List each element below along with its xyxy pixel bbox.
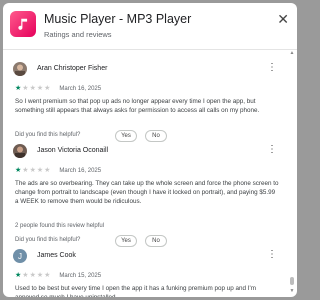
helpful-no-button[interactable]: No (145, 130, 167, 142)
avatar (13, 62, 27, 76)
star-icon: ★ (22, 167, 29, 174)
helpful-prompt: Did you find this helpful? Yes No (15, 235, 275, 247)
helpful-no-button[interactable]: No (145, 235, 167, 247)
star-icon: ★ (15, 272, 22, 279)
helpful-yes-button[interactable]: Yes (115, 235, 137, 247)
review-header: J James Cook ⋮ (3, 248, 288, 268)
scrollbar-thumb[interactable] (290, 277, 294, 285)
star-icon: ★ (29, 272, 36, 279)
star-icon: ★ (15, 167, 22, 174)
star-icon: ★ (36, 272, 44, 279)
review-date: March 15, 2025 (59, 273, 102, 279)
star-icon: ★ (22, 272, 29, 279)
rating-row: ★ ★ ★ ★ ★ March 16, 2025 (15, 85, 101, 93)
helpful-yes-button[interactable]: Yes (115, 130, 137, 142)
review-header: Aran Christoper Fisher ⋮ (3, 61, 288, 81)
reviewer-name: Aran Christoper Fisher (37, 65, 108, 72)
review-date: March 16, 2025 (59, 168, 102, 174)
review-text: Used to be best but every time I open th… (15, 285, 256, 297)
helpful-count: 2 people found this review helpful (15, 223, 105, 229)
review-header: Jason Victoria Oconaill ⋮ (3, 143, 288, 163)
helpful-question: Did you find this helpful? (15, 237, 81, 243)
scroll-down-icon[interactable]: ▼ (289, 288, 295, 294)
reviewer-name: Jason Victoria Oconaill (37, 147, 109, 154)
star-icon: ★ (29, 167, 36, 174)
helpful-prompt: Did you find this helpful? Yes No (15, 130, 275, 142)
star-icon: ★ (36, 85, 44, 92)
ratings-dialog: Music Player - MP3 Player Ratings and re… (3, 3, 297, 297)
review-text: So I went premium so that pop up ads no … (15, 98, 260, 115)
avatar: J (13, 249, 27, 263)
star-icon: ★ (44, 85, 51, 92)
avatar (13, 144, 27, 158)
review-date: March 16, 2025 (59, 86, 102, 92)
review-text: The ads are so overbearing. They can tak… (15, 180, 279, 206)
helpful-question: Did you find this helpful? (15, 132, 81, 138)
close-icon[interactable]: ✕ (277, 12, 289, 26)
music-note-icon (10, 11, 36, 37)
scroll-up-icon[interactable]: ▲ (289, 50, 295, 56)
star-icon: ★ (22, 85, 29, 92)
rating-row: ★ ★ ★ ★ ★ March 16, 2025 (15, 167, 101, 175)
more-options-icon[interactable]: ⋮ (267, 63, 277, 73)
star-icon: ★ (44, 167, 51, 174)
star-icon: ★ (44, 272, 51, 279)
reviews-list: Aran Christoper Fisher ⋮ ★ ★ ★ ★ ★ March… (3, 50, 288, 297)
more-options-icon[interactable]: ⋮ (267, 145, 277, 155)
rating-row: ★ ★ ★ ★ ★ March 15, 2025 (15, 272, 101, 280)
dialog-header: Music Player - MP3 Player Ratings and re… (3, 3, 297, 50)
star-icon: ★ (36, 167, 44, 174)
more-options-icon[interactable]: ⋮ (267, 250, 277, 260)
scrollbar[interactable]: ▲ ▼ (289, 50, 295, 297)
dialog-subtitle: Ratings and reviews (44, 30, 112, 39)
star-icon: ★ (15, 85, 22, 92)
reviewer-name: James Cook (37, 252, 76, 259)
star-icon: ★ (29, 85, 36, 92)
app-title: Music Player - MP3 Player (44, 12, 192, 26)
